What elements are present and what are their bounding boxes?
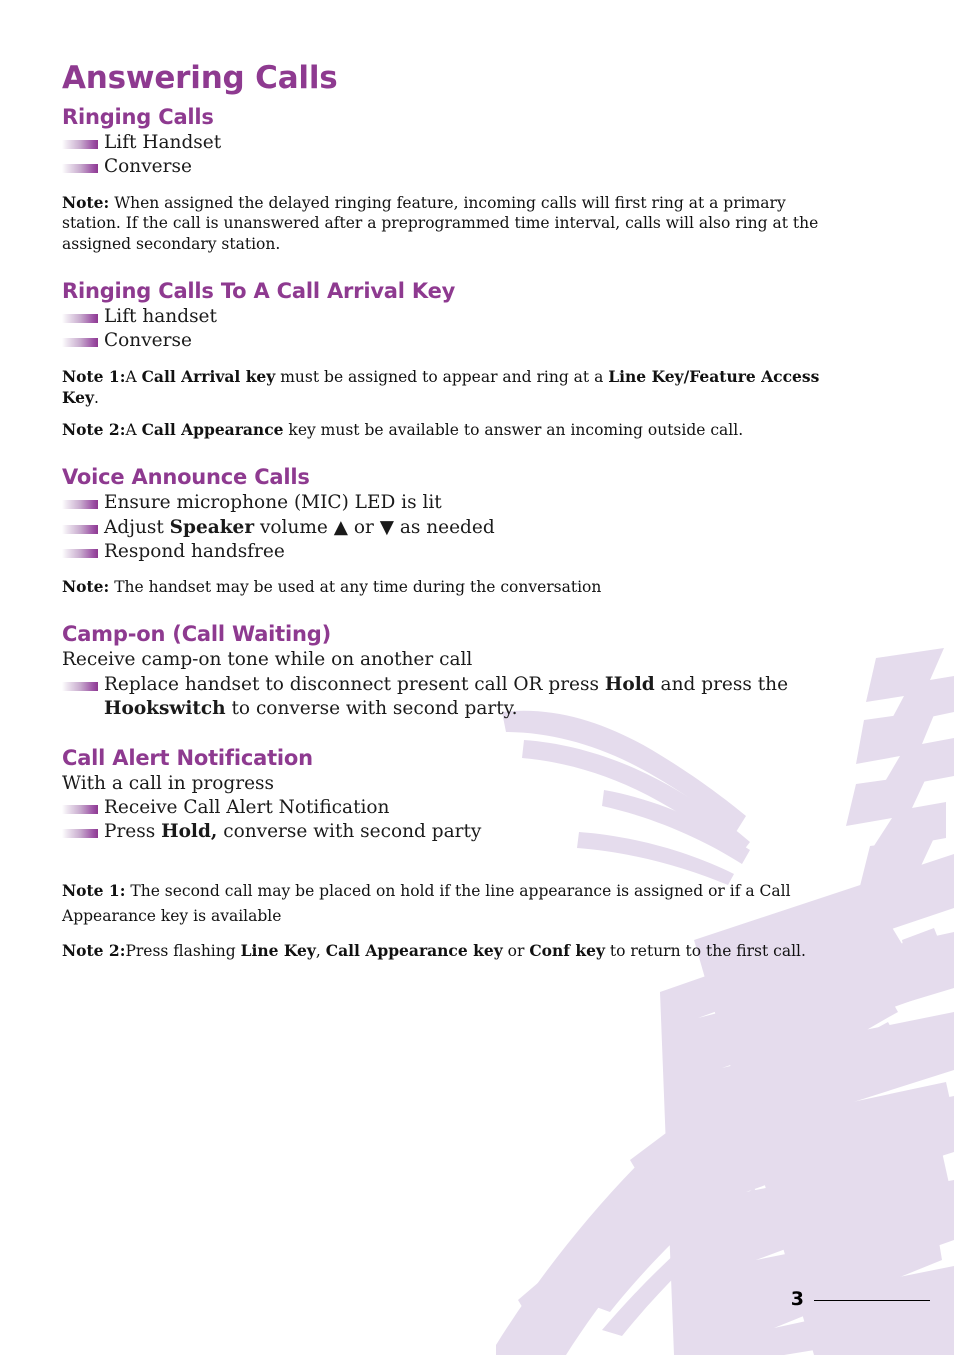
note-block: Note 2:A Call Appearance key must be ava… (62, 420, 822, 441)
note-emphasis: Conf key (529, 941, 605, 961)
step-item: Press Hold, converse with second party (62, 820, 822, 844)
step-text: Press (104, 821, 162, 843)
page-number: 3 (790, 1288, 804, 1310)
step-text: Adjust (104, 516, 170, 538)
note-text: When assigned the delayed ringing featur… (62, 193, 819, 254)
section-ringing-calls-call-arrival-key: Ringing Calls To A Call Arrival Key Lift… (62, 279, 822, 441)
note-label: Note 2: (62, 941, 126, 961)
step-item: Lift Handset (62, 131, 822, 155)
note-emphasis: Line Key (240, 941, 316, 961)
note-label: Note 1: (62, 366, 126, 386)
section-title-call-arrival-key: Ringing Calls To A Call Arrival Key (62, 278, 456, 303)
plain-step-item: Receive camp-on tone while on another ca… (62, 649, 473, 671)
note-text: . (94, 388, 99, 407)
section-title-call-alert-notification: Call Alert Notification (62, 745, 313, 770)
step-emphasis: Hookswitch (104, 698, 226, 720)
bullet-bar-icon (62, 524, 98, 534)
note-label: Note: (62, 577, 110, 597)
section-voice-announce-calls: Voice Announce Calls Ensure microphone (… (62, 465, 822, 598)
note-text: A (125, 367, 142, 386)
step-item: Respond handsfree (62, 540, 822, 564)
step-text: Lift handset (104, 305, 217, 327)
note-text: The second call may be placed on hold if… (62, 881, 791, 925)
step-item: Converse (62, 329, 822, 353)
step-item: Converse (62, 155, 822, 179)
footer-rule (814, 1300, 930, 1301)
step-item: Lift handset (62, 305, 822, 329)
note-label: Note 2: (62, 420, 126, 440)
bullet-bar-icon (62, 139, 98, 149)
step-text: converse with second party (217, 821, 482, 843)
bullet-bar-icon (62, 549, 98, 558)
section-title-ringing-calls: Ringing Calls (62, 104, 214, 129)
note-text: or (502, 942, 530, 961)
bullet-bar-icon (62, 313, 98, 323)
step-text: Ensure microphone (MIC) LED is lit (104, 492, 442, 514)
note-emphasis: Call Appearance (141, 420, 284, 440)
step-item: Ensure microphone (MIC) LED is lit (62, 491, 822, 515)
note-text: to return to the first call. (604, 942, 806, 961)
step-item: Adjust Speaker volume ▲ or ▼ as needed (62, 516, 822, 540)
section-ringing-calls: Ringing Calls Lift Handset Converse Note… (62, 105, 822, 255)
step-text: Receive Call Alert Notification (104, 797, 390, 819)
section-title-camp-on: Camp-on (Call Waiting) (62, 622, 331, 647)
page-footer: 3 (0, 1287, 954, 1327)
document-page: Answering Calls Ringing Calls Lift Hands… (0, 0, 954, 1355)
page-title: Answering Calls (62, 60, 338, 96)
step-text: Converse (104, 156, 192, 178)
note-block: Note 1:A Call Arrival key must be assign… (62, 367, 822, 409)
step-text: Replace handset to disconnect present ca… (104, 673, 605, 695)
plain-step-item: With a call in progress (62, 772, 275, 794)
section-call-alert-notification: Call Alert Notification With a call in p… (62, 746, 822, 962)
step-text: to converse with second party. (225, 698, 518, 720)
step-item: Receive Call Alert Notification (62, 796, 822, 820)
section-camp-on-call-waiting: Camp-on (Call Waiting) Receive camp-on t… (62, 622, 822, 721)
step-text: volume ▲ or ▼ as needed (254, 516, 495, 538)
note-text: Press flashing (125, 942, 241, 961)
note-block: Note 2:Press flashing Line Key, Call App… (62, 941, 822, 962)
note-label: Note: (62, 192, 110, 212)
step-item: Replace handset to disconnect present ca… (62, 673, 822, 722)
step-text: Lift Handset (104, 131, 222, 153)
note-text: , (315, 942, 326, 961)
note-text: must be assigned to appear and ring at a (275, 367, 609, 386)
note-emphasis: Call Appearance key (325, 941, 503, 961)
note-text: key must be available to answer an incom… (283, 421, 744, 440)
note-block: Note: When assigned the delayed ringing … (62, 193, 822, 255)
step-emphasis: Speaker (169, 516, 255, 538)
step-text: Converse (104, 330, 192, 352)
bullet-bar-icon (62, 829, 98, 839)
bullet-bar-icon (62, 805, 98, 815)
bullet-bar-icon (62, 338, 98, 348)
step-emphasis: Hold, (161, 821, 218, 843)
note-block: Note 1: The second call may be placed on… (62, 878, 822, 929)
section-title-voice-announce-calls: Voice Announce Calls (62, 465, 310, 490)
note-block: Note: The handset may be used at any tim… (62, 577, 822, 598)
step-text: Respond handsfree (104, 541, 285, 562)
note-label: Note 1: (62, 880, 126, 900)
bullet-bar-icon (62, 500, 98, 510)
step-text: and press the (654, 673, 789, 695)
document-content: Answering Calls Ringing Calls Lift Hands… (62, 62, 822, 962)
note-emphasis: Call Arrival key (141, 366, 276, 386)
bullet-bar-icon (62, 681, 98, 691)
note-text: The handset may be used at any time duri… (114, 578, 602, 597)
bullet-bar-icon (62, 164, 98, 174)
note-text: A (125, 421, 142, 440)
step-emphasis: Hold (604, 673, 655, 695)
